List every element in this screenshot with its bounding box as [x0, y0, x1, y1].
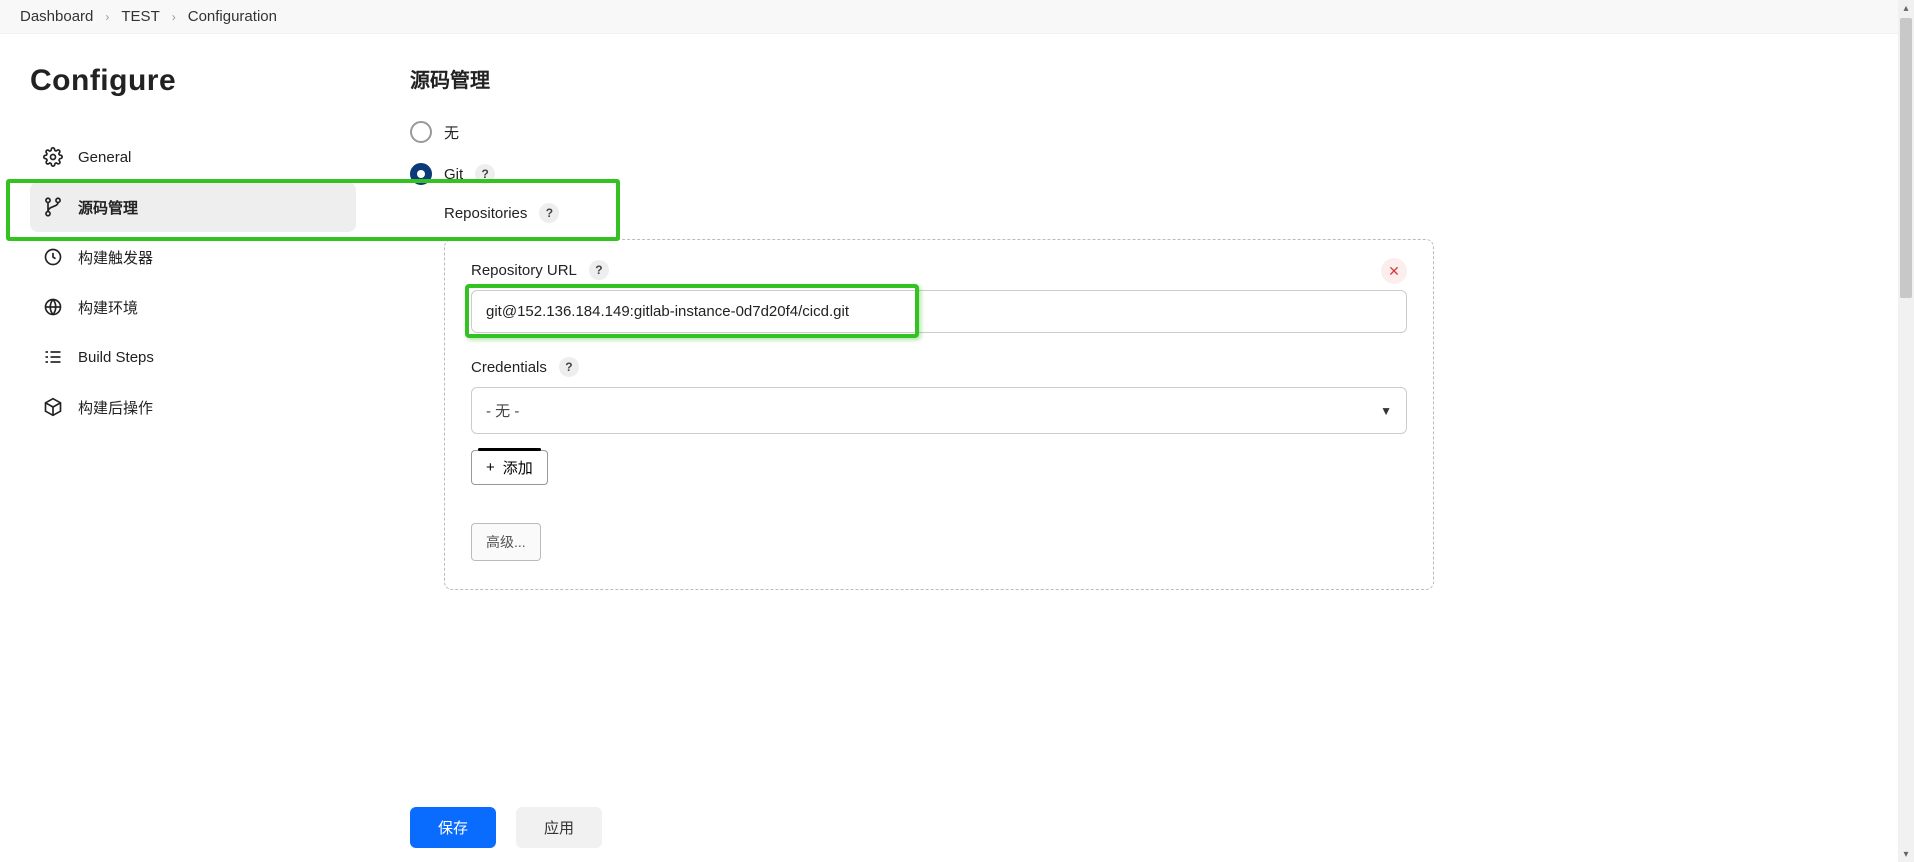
breadcrumb: Dashboard › TEST › Configuration	[0, 0, 1914, 34]
repository-card: ✕ Repository URL ? Credentials ?	[444, 239, 1434, 590]
scm-git-row[interactable]: Git ?	[410, 163, 1874, 185]
sidebar-item-build-steps[interactable]: Build Steps	[30, 332, 356, 382]
remove-repo-button[interactable]: ✕	[1381, 258, 1407, 284]
chevron-down-icon: ▼	[1380, 404, 1392, 418]
sidebar-item-environment[interactable]: 构建环境	[30, 282, 356, 332]
add-label: 添加	[503, 457, 533, 478]
help-icon[interactable]: ?	[589, 260, 609, 280]
page-title: Configure	[30, 64, 356, 98]
plus-icon: +	[486, 459, 495, 476]
scrollbar-thumb[interactable]	[1900, 18, 1912, 298]
breadcrumb-dashboard[interactable]: Dashboard	[20, 8, 93, 25]
breadcrumb-configuration[interactable]: Configuration	[188, 8, 277, 25]
advanced-button[interactable]: 高级...	[471, 523, 541, 561]
repo-url-input[interactable]	[471, 290, 1407, 333]
sidebar-item-label: 构建后操作	[78, 397, 153, 418]
repo-url-label: Repository URL	[471, 262, 577, 279]
sidebar-item-general[interactable]: General	[30, 132, 356, 182]
sidebar-item-postbuild[interactable]: 构建后操作	[30, 382, 356, 432]
radio-none[interactable]	[410, 121, 432, 143]
sidebar-item-label: General	[78, 149, 131, 166]
radio-git[interactable]	[410, 163, 432, 185]
apply-button[interactable]: 应用	[516, 807, 602, 848]
scroll-down-icon[interactable]: ▾	[1898, 846, 1914, 862]
help-icon[interactable]: ?	[475, 164, 495, 184]
add-credentials-button[interactable]: + 添加	[471, 450, 548, 485]
help-icon[interactable]: ?	[539, 203, 559, 223]
sidebar-item-label: 构建触发器	[78, 247, 153, 268]
steps-icon	[42, 346, 64, 368]
credentials-select[interactable]: - 无 - ▼	[471, 387, 1407, 434]
sidebar-item-label: 构建环境	[78, 297, 138, 318]
sidebar: Configure General 源码管理 构建触发器	[0, 34, 380, 710]
sidebar-item-label: 源码管理	[78, 197, 138, 218]
main-content: 源码管理 无 Git ? Repositories ? ✕	[380, 34, 1914, 710]
breadcrumb-test[interactable]: TEST	[121, 8, 159, 25]
chevron-right-icon: ›	[172, 10, 176, 24]
chevron-right-icon: ›	[105, 10, 109, 24]
section-heading: 源码管理	[410, 64, 1874, 93]
radio-none-label: 无	[444, 122, 459, 143]
close-icon: ✕	[1388, 263, 1400, 280]
branch-icon	[42, 196, 64, 218]
gear-icon	[42, 146, 64, 168]
sidebar-item-triggers[interactable]: 构建触发器	[30, 232, 356, 282]
credentials-value: - 无 -	[486, 400, 519, 421]
scroll-up-icon[interactable]: ▴	[1898, 0, 1914, 16]
scrollbar[interactable]: ▴ ▾	[1898, 0, 1914, 862]
clock-icon	[42, 246, 64, 268]
sidebar-item-label: Build Steps	[78, 349, 154, 366]
save-button[interactable]: 保存	[410, 807, 496, 848]
package-icon	[42, 396, 64, 418]
sidebar-item-scm[interactable]: 源码管理	[30, 182, 356, 232]
credentials-label: Credentials	[471, 359, 547, 376]
repositories-label: Repositories	[444, 205, 527, 222]
scm-none-row[interactable]: 无	[410, 121, 1874, 143]
footer-actions: 保存 应用	[0, 793, 1898, 862]
globe-icon	[42, 296, 64, 318]
help-icon[interactable]: ?	[559, 357, 579, 377]
radio-git-label: Git	[444, 166, 463, 183]
